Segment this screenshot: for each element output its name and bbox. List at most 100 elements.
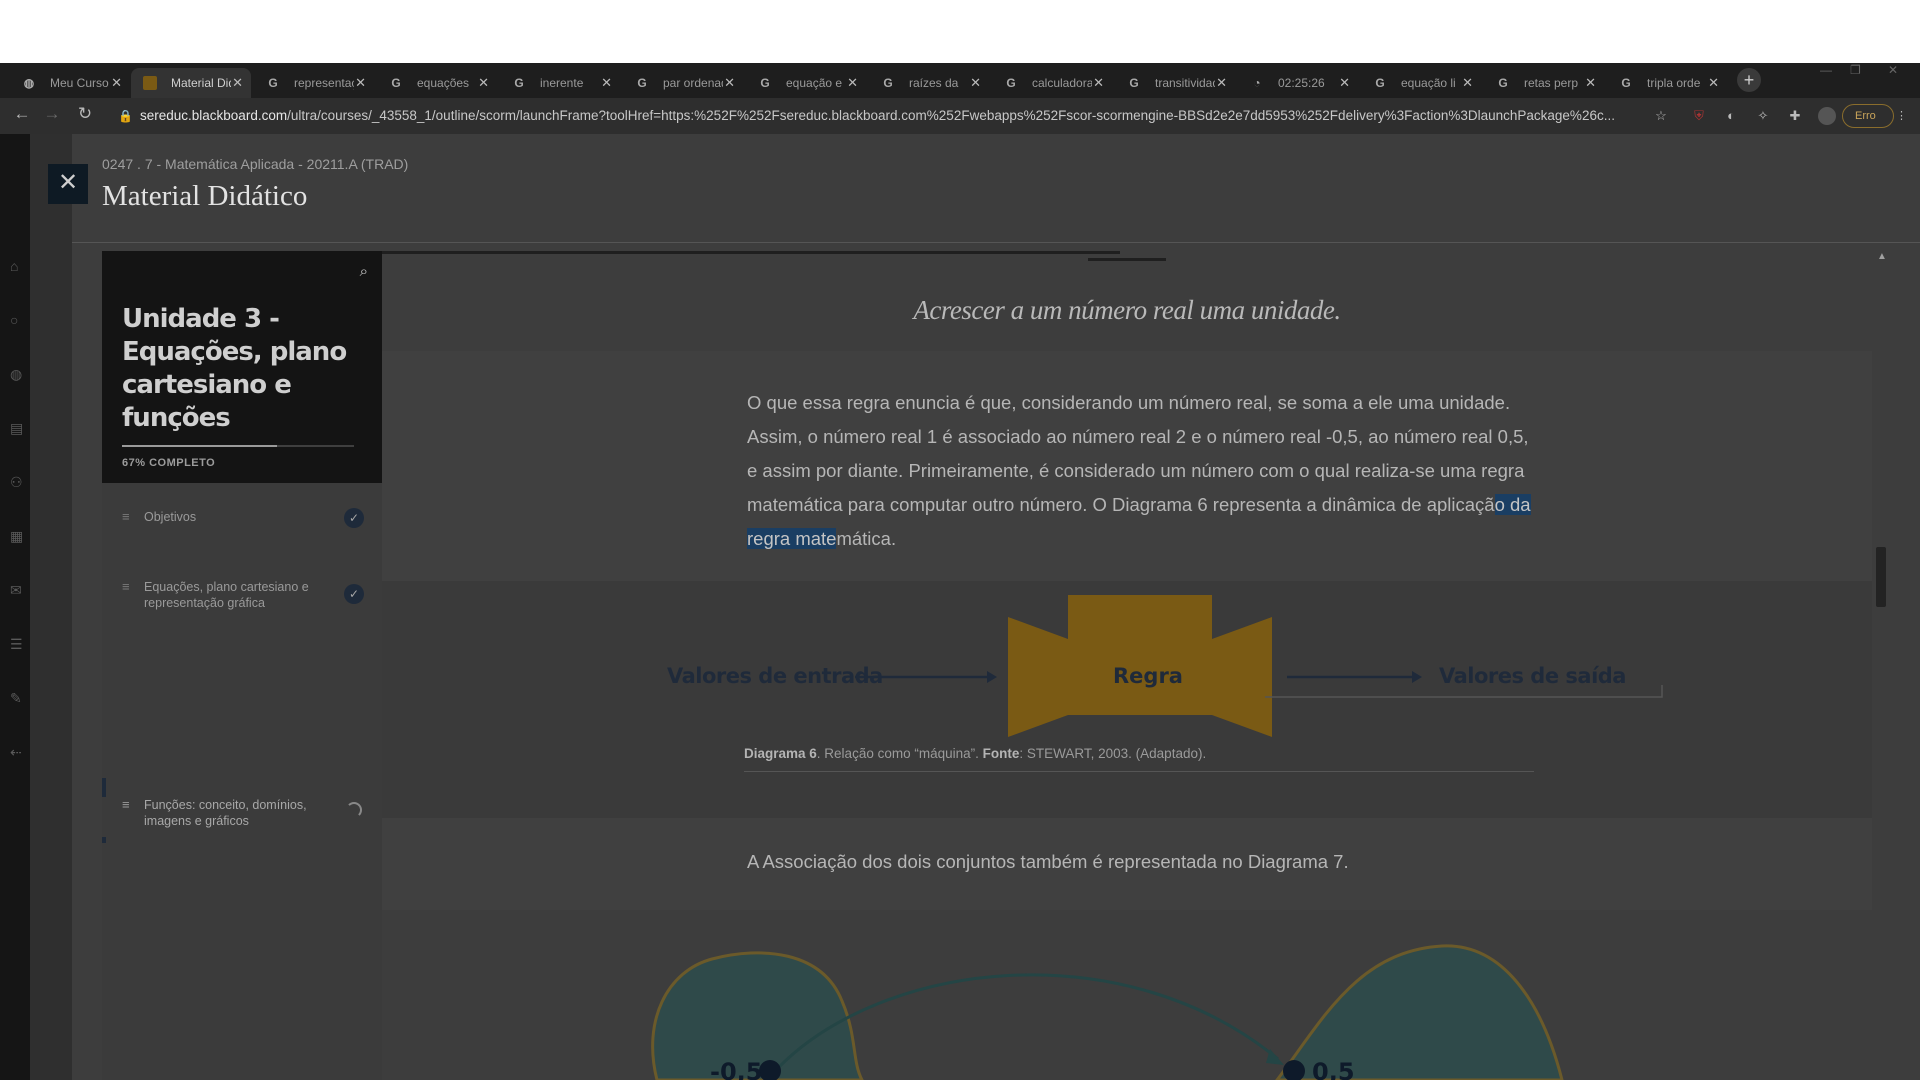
close-tab-icon[interactable]: ✕ [1708,68,1719,98]
close-tab-icon[interactable]: ✕ [724,68,735,98]
restore-icon[interactable]: ❐ [1850,63,1861,83]
back-icon[interactable]: ← [10,104,34,124]
more-menu-icon[interactable]: ⋮ [1896,105,1907,127]
scrollbar-thumb[interactable] [1876,547,1886,607]
google-icon: G [637,76,647,90]
body-paragraph-2: A Associação dos dois conjuntos também é… [747,851,1349,872]
profile-avatar-icon[interactable] [1818,107,1836,125]
tools-icon[interactable]: ✎ [10,690,26,706]
courses-icon[interactable]: ▤ [10,420,26,436]
search-icon[interactable]: ⌕ [360,263,368,280]
lesson-item-funcoes[interactable]: ≡ Funções: conceito, domínios, imagens e… [102,797,382,837]
profile-icon[interactable]: ○ [10,312,26,328]
browser-tab[interactable]: ◍ Meu Curso ✕ [10,68,130,98]
forward-icon[interactable]: → [40,104,64,124]
calendar-icon[interactable]: ▦ [10,528,26,544]
browser-tab[interactable]: G inerente ✕ [500,68,620,98]
organizations-icon[interactable]: ⚇ [10,474,26,490]
browser-tab[interactable]: G equações ✕ [377,68,497,98]
grades-icon[interactable]: ☰ [10,636,26,652]
right-value-label: 0,5 [1312,1058,1355,1080]
in-progress-icon [346,802,362,818]
address-bar[interactable]: 🔒 sereduc.blackboard.com/ultra/courses/_… [110,103,1650,129]
unit-title: Unidade 3 - Equações, plano cartesiano e… [122,304,347,433]
browser-tab[interactable]: G equação li ✕ [1361,68,1481,98]
lesson-list: ≡ Objetivos ✓ ≡ Equações, plano cartesia… [102,483,382,1080]
extension-icon[interactable]: ✧ [1754,107,1772,125]
close-tab-icon[interactable]: ✕ [478,68,489,98]
page-viewport: ⌂ ○ ◍ ▤ ⚇ ▦ ✉ ☰ ✎ ⇠ ✕ 0247 . 7 - Matemát… [0,134,1920,1080]
output-arrowhead [1412,671,1422,683]
google-icon: G [391,76,401,90]
google-icon: G [1129,76,1139,90]
rule-quote: Acrescer a um número real uma unidade. [913,295,1341,325]
close-panel-button[interactable]: ✕ [48,164,88,204]
shield-extension-icon[interactable]: ⛨ [1690,107,1708,125]
input-arrowhead [987,671,997,683]
google-icon: G [1621,76,1631,90]
minimize-icon[interactable]: — [1820,63,1832,83]
document-icon [143,76,157,90]
close-tab-icon[interactable]: ✕ [1339,68,1350,98]
error-button[interactable]: Erro ⋮ [1842,104,1907,128]
browser-tab[interactable]: G transitividade ✕ [1115,68,1235,98]
close-tab-icon[interactable]: ✕ [847,68,858,98]
messages-icon[interactable]: ✉ [10,582,26,598]
left-value-label: -0,5 [710,1058,762,1080]
list-lines-icon: ≡ [122,579,130,594]
blackboard-icon: ◍ [23,76,35,90]
close-tab-icon[interactable]: ✕ [601,68,612,98]
diagram-7: -0,5 0,5 [651,944,1564,1080]
google-icon: G [883,76,893,90]
list-lines-icon: ≡ [122,509,130,524]
close-tab-icon[interactable]: ✕ [1093,68,1104,98]
close-tab-icon[interactable]: ✕ [1462,68,1473,98]
browser-tab-active[interactable]: Material Didático ✕ [131,68,251,98]
close-tab-icon[interactable]: ✕ [232,68,243,98]
browser-tab[interactable]: G tripla orde ✕ [1607,68,1727,98]
institution-icon[interactable]: ⌂ [10,258,26,274]
browser-tab[interactable]: G calculadora ✕ [992,68,1112,98]
sign-out-icon[interactable]: ⇠ [10,744,26,760]
reload-icon[interactable]: ↻ [73,104,97,124]
browser-tab[interactable]: G equação e ✕ [746,68,866,98]
bookmark-star-icon[interactable]: ☆ [1652,107,1670,125]
close-icon: ✕ [57,169,79,196]
browser-tab-bar: ◍ Meu Curso ✕ Material Didático ✕ G repr… [0,63,1920,98]
scroll-up-icon[interactable]: ▲ [1877,251,1887,262]
browser-tab[interactable]: G raízes da ✕ [869,68,989,98]
google-icon: G [1006,76,1016,90]
dark-mode-extension-icon[interactable]: ◐ [1722,107,1740,125]
lesson-item-objetivos[interactable]: ≡ Objetivos ✓ [102,508,382,539]
new-tab-button[interactable]: + [1737,68,1761,92]
lesson-item-equacoes[interactable]: ≡ Equações, plano cartesiano e represent… [102,579,382,619]
diagram-6 [382,581,1872,818]
close-tab-icon[interactable]: ✕ [1216,68,1227,98]
panel-edge [30,134,72,1080]
google-icon: G [1498,76,1508,90]
progress-fill [122,445,278,447]
browser-tab[interactable]: G representação ✕ [254,68,374,98]
page-title: Material Didático [102,180,308,212]
browser-tab[interactable]: ◔ 02:25:26 ✕ [1238,68,1358,98]
browser-tab[interactable]: G retas perp ✕ [1484,68,1604,98]
close-tab-icon[interactable]: ✕ [1585,68,1596,98]
screen-top-area [0,0,1920,63]
check-icon: ✓ [344,584,364,604]
check-icon: ✓ [344,508,364,528]
window-close-icon[interactable]: ✕ [1888,63,1898,83]
globe-icon[interactable]: ◍ [10,366,26,382]
scrollbar[interactable] [1872,251,1890,1080]
content-top-accent [1088,258,1166,261]
puzzle-extensions-icon[interactable]: ✚ [1786,107,1804,125]
header-divider [72,242,1920,243]
close-tab-icon[interactable]: ✕ [970,68,981,98]
close-tab-icon[interactable]: ✕ [111,68,122,98]
rule-label: Regra [1113,664,1183,688]
body-paragraph: O que essa regra enuncia é que, consider… [747,392,1531,549]
close-tab-icon[interactable]: ✕ [355,68,366,98]
list-lines-icon: ≡ [122,797,130,812]
browser-tab[interactable]: G par ordenado ✕ [623,68,743,98]
input-values-label: Valores de entrada [667,664,883,688]
google-icon: G [760,76,770,90]
